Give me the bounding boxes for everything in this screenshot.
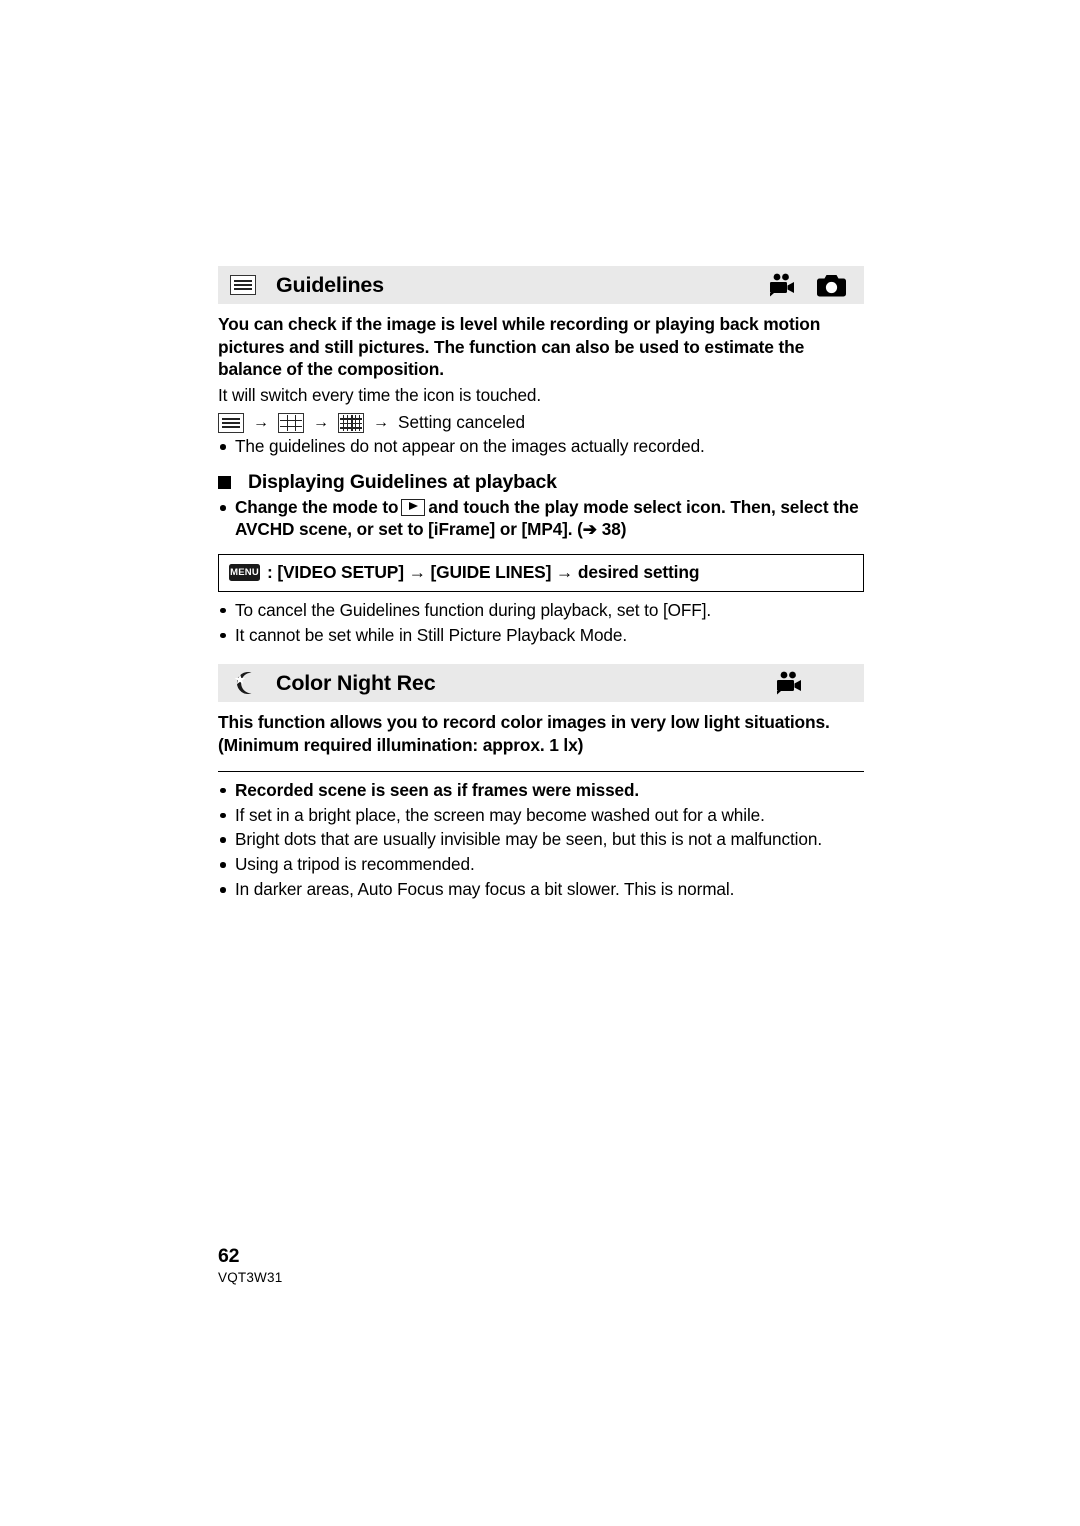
guidelines-intro-bold: You can check if the image is level whil…	[218, 314, 821, 380]
list-item: Bright dots that are usually invisible m…	[218, 829, 864, 851]
subsection-title: Displaying Guidelines at playback	[248, 471, 557, 494]
section-header-guidelines: Guidelines	[218, 266, 864, 304]
page-footer: 62 VQT3W31	[218, 1245, 282, 1285]
flow-end-label: Setting canceled	[398, 412, 526, 433]
color-night-rec-intro-bold: This function allows you to record color…	[218, 712, 830, 756]
still-camera-icon	[817, 274, 846, 296]
list-item: The guidelines do not appear on the imag…	[218, 436, 864, 458]
page-ref-arrow-icon: ➔	[582, 518, 598, 539]
page-number: 62	[218, 1245, 240, 1267]
square-bullet-icon	[218, 476, 231, 490]
play-mode-icon	[401, 499, 426, 517]
bullet-text-part1: Change the mode to	[235, 497, 399, 518]
divider	[218, 770, 864, 772]
document-code: VQT3W31	[218, 1270, 283, 1285]
guidelines-intro-plain: It will switch every time the icon is to…	[218, 384, 542, 405]
list-item: It cannot be set while in Still Picture …	[218, 625, 864, 647]
list-item: Using a tripod is recommended.	[218, 854, 864, 876]
list-item: In darker areas, Auto Focus may focus a …	[218, 879, 864, 901]
manual-page: Guidelines You can check if the image is…	[0, 0, 1080, 1526]
list-item: Change the mode to and touch the play mod…	[218, 497, 864, 541]
guidelines-lines-icon	[218, 412, 244, 433]
color-night-rec-notes-list: Recorded scene is seen as if frames were…	[218, 780, 864, 901]
guidelines-lines-icon	[230, 275, 256, 295]
grid-fine-icon	[338, 412, 364, 433]
mode-icon-group-color-night-rec	[775, 671, 802, 695]
section-title-guidelines: Guidelines	[276, 272, 384, 297]
subsection-heading-displaying-guidelines: Displaying Guidelines at playback	[218, 471, 864, 494]
video-camera-icon	[770, 273, 794, 297]
menu-button-icon[interactable]: MENU	[229, 563, 260, 581]
video-camera-icon	[777, 672, 801, 695]
subsection-bullets: Change the mode to and touch the play mod…	[218, 497, 864, 541]
guidelines-flow-row: → → → Setting canceled	[218, 412, 864, 433]
list-item: To cancel the Guidelines function during…	[218, 600, 864, 622]
section-header-color-night-rec: Color Night Rec	[218, 664, 864, 703]
mode-icon-group-guidelines	[768, 273, 846, 297]
flow-arrow: →	[253, 413, 269, 431]
list-item: If set in a bright place, the screen may…	[218, 805, 864, 827]
flow-arrow: →	[313, 413, 329, 431]
moon-star-icon	[234, 672, 252, 695]
flow-arrow: →	[373, 413, 389, 431]
menu-path-text: : [VIDEO SETUP] → [GUIDE LINES] → desire…	[267, 561, 700, 582]
guidelines-notes-list: The guidelines do not appear on the imag…	[218, 436, 864, 458]
section-title-color-night-rec: Color Night Rec	[276, 670, 436, 695]
menu-navigation-box[interactable]: MENU : [VIDEO SETUP] → [GUIDE LINES] → d…	[218, 553, 864, 592]
page-content: Guidelines You can check if the image is…	[218, 266, 864, 901]
subsection-notes-list: To cancel the Guidelines function during…	[218, 600, 864, 647]
bullet-text-part3: 38)	[601, 518, 627, 539]
grid-3x3-icon	[278, 412, 304, 433]
list-item: Recorded scene is seen as if frames were…	[218, 780, 864, 802]
